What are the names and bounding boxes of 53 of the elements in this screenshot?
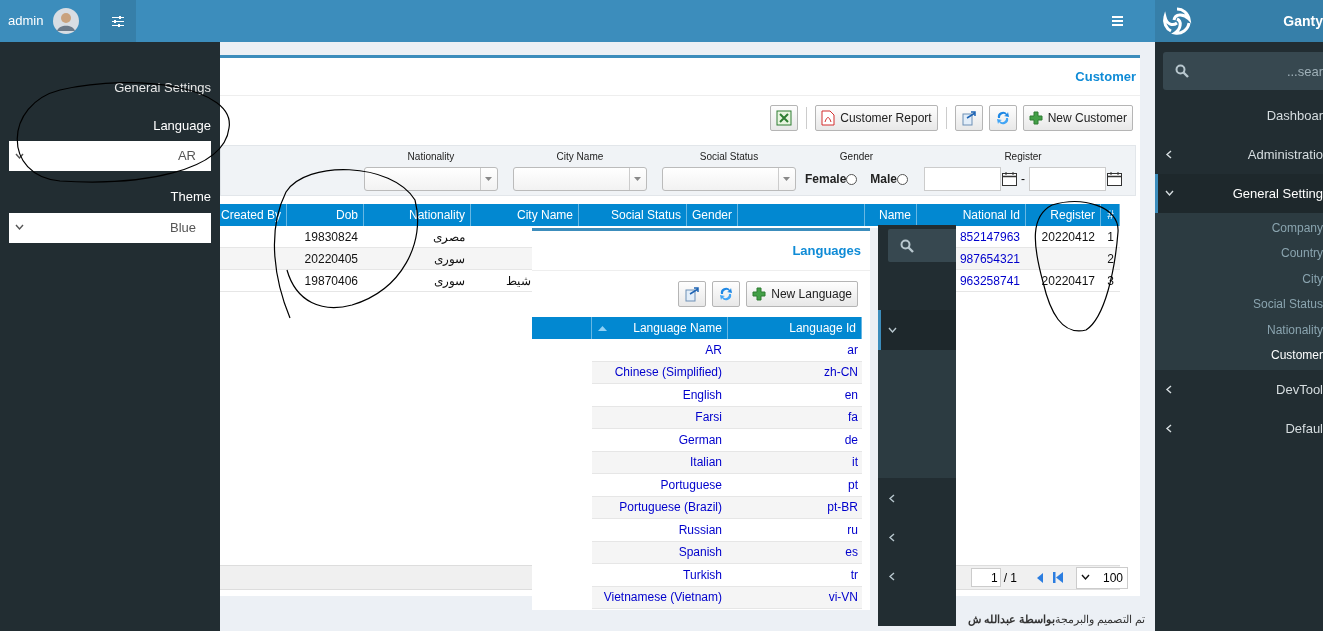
panel-title: Customer: [1075, 67, 1136, 86]
panel-title: General Settings: [114, 79, 211, 97]
table-cell-text: Chinese (Simplified): [613, 364, 723, 382]
filter-label: Gender: [839, 150, 874, 164]
table-cell-text: 852147963: [958, 228, 1021, 246]
filter-label: Nationality: [407, 150, 455, 164]
table-cell-text: 20220405: [303, 250, 359, 268]
field-label: Theme: [170, 188, 211, 206]
radio-label: Female: [804, 171, 847, 188]
table-cell-text: it: [851, 454, 859, 472]
field-label: Language: [153, 116, 211, 135]
filter-label: Register: [1004, 150, 1042, 164]
table-cell-text: ru: [846, 521, 859, 539]
radio-label: Male: [870, 171, 897, 188]
table-cell-text: zh-CN: [823, 364, 859, 382]
table-cell-text: en: [843, 386, 859, 404]
table-cell-text: Spanish: [677, 544, 723, 562]
table-cell-text: es: [844, 544, 859, 562]
table-cell-text: سورى: [433, 250, 466, 268]
table-cell-text: مصرى: [432, 228, 466, 246]
table-cell-text: Farsi: [694, 409, 723, 427]
panel-title: Languages: [792, 241, 861, 260]
table-cell-text: شيط: [505, 272, 532, 290]
filter-label: Social Status: [699, 150, 759, 164]
table-cell-text: سورى: [433, 272, 466, 290]
table-cell-text: pt: [847, 476, 859, 494]
table-cell-text: vi-VN: [827, 589, 859, 607]
table-cell-text: 20220412: [1040, 228, 1096, 246]
table-cell-text: 19830824: [303, 228, 359, 246]
table-cell-text: 19870406: [303, 272, 359, 290]
table-cell-text: de: [843, 431, 859, 449]
filter-label: City Name: [556, 150, 604, 164]
table-cell-text: 1: [1106, 228, 1115, 246]
table-cell-text: Turkish: [682, 566, 723, 584]
brand-name: Ganty: [1283, 11, 1323, 31]
table-cell-text: pt-BR: [826, 499, 859, 517]
table-cell-text: 987654321: [958, 250, 1021, 268]
table-cell-text: Russian: [677, 521, 723, 539]
table-cell-text: AR: [704, 341, 723, 359]
table-cell-text: 2: [1106, 250, 1115, 268]
table-cell-text: 963258741: [958, 272, 1021, 290]
table-cell-text: Italian: [688, 454, 723, 472]
table-cell-text: tr: [849, 566, 859, 584]
table-cell-text: Portuguese: [659, 476, 723, 494]
table-cell-text: Portuguese (Brazil): [618, 499, 723, 517]
page-count: / 1: [1003, 569, 1017, 587]
table-cell-text: Vietnamese (Vietnam): [602, 589, 723, 607]
table-cell-text: fa: [847, 409, 859, 427]
table-cell-text: English: [681, 386, 723, 404]
table-cell-text: German: [677, 431, 723, 449]
range-separator: -: [1021, 171, 1025, 188]
footer-text: تم التصميم والبرمجةبواسطة عبدالله ش: [966, 612, 1146, 628]
table-cell-text: ar: [846, 341, 859, 359]
